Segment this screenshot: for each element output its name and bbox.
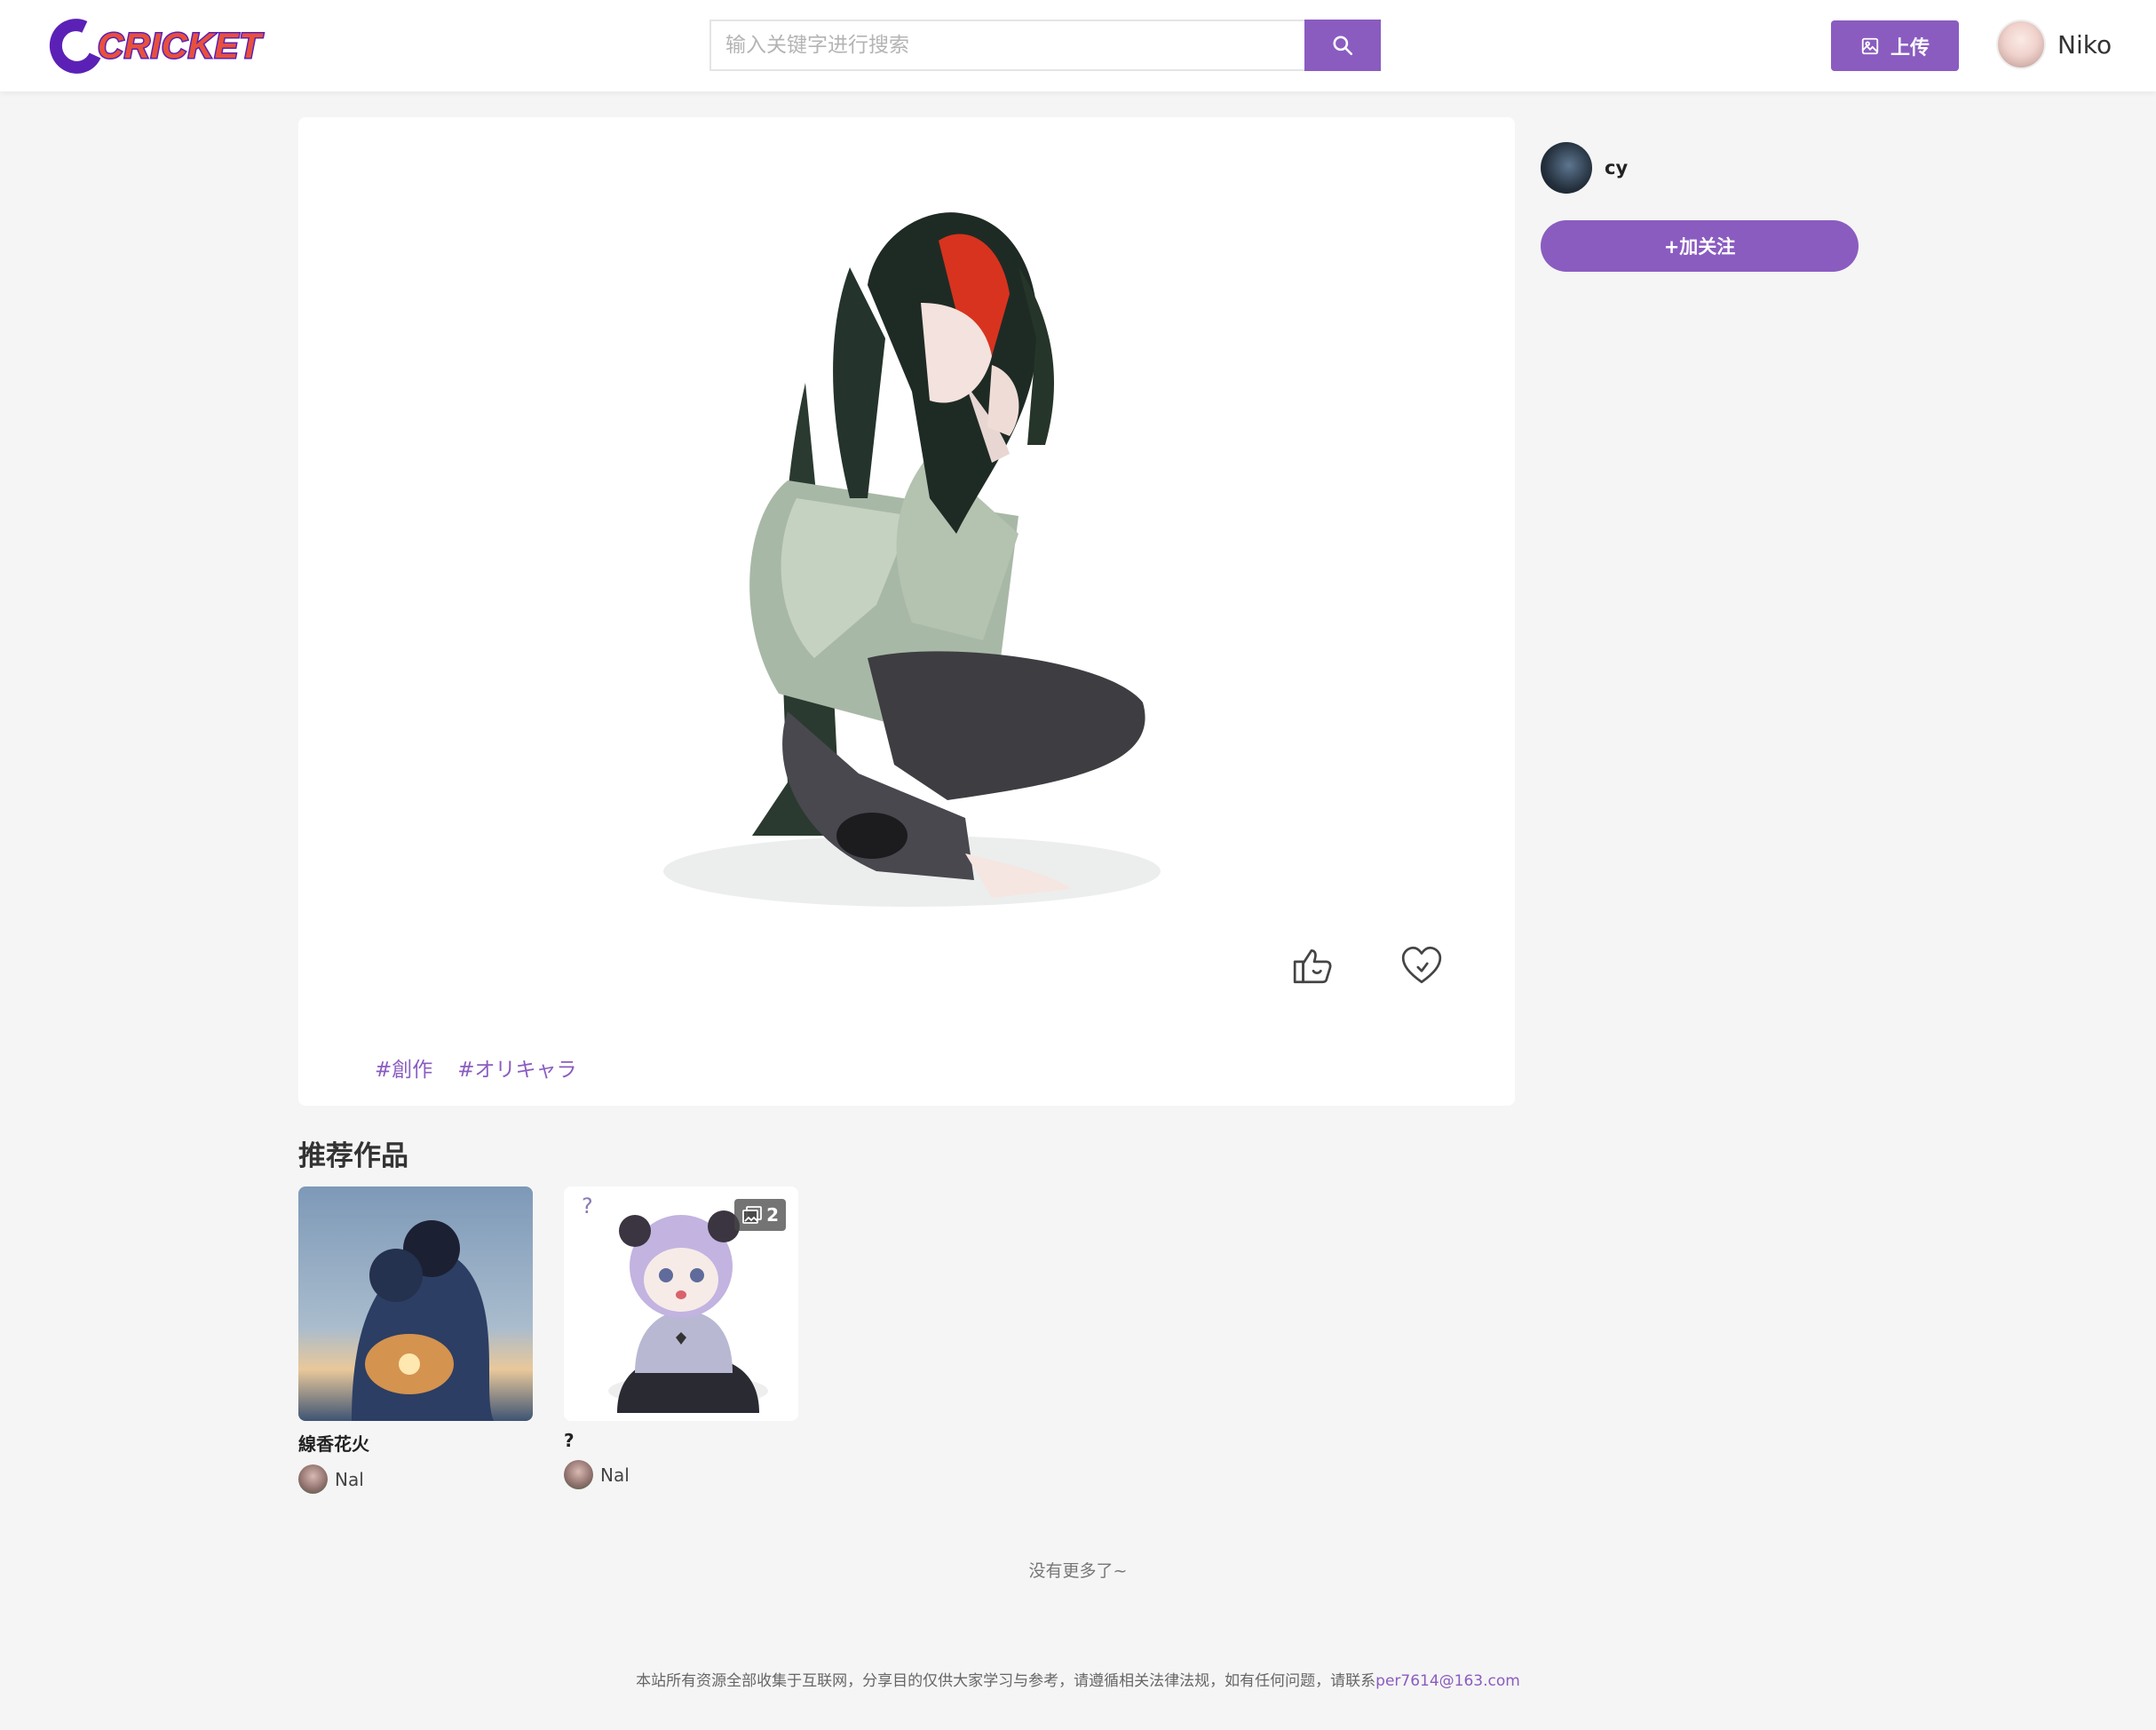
- footer: 本站所有资源全部收集于互联网，分享目的仅供大家学习与参考，请遵循相关法律法规，如…: [0, 1668, 2156, 1690]
- no-more-text: 没有更多了~: [1028, 1561, 1128, 1581]
- upload-label: 上传: [1890, 36, 1930, 60]
- user-menu[interactable]: Niko: [1996, 20, 2112, 69]
- tag-link[interactable]: #創作: [375, 1052, 432, 1083]
- image-icon: [1861, 37, 1879, 54]
- multi-image-icon: [742, 1206, 762, 1224]
- avatar: [298, 1464, 328, 1494]
- recommended-author[interactable]: Nal: [564, 1460, 798, 1489]
- logo-text: CRICKET: [97, 25, 263, 67]
- top-nav: CRICKET 上传 Niko: [0, 0, 2156, 91]
- logo-mark: [42, 11, 111, 82]
- upload-button[interactable]: 上传: [1831, 20, 1959, 71]
- recommended-thumbnail[interactable]: [298, 1186, 533, 1421]
- recommended-card: ? 2 ? Nal: [564, 1186, 798, 1489]
- site-logo[interactable]: CRICKET: [42, 11, 263, 82]
- search-bar: [709, 20, 1381, 71]
- recommended-name[interactable]: 線香花火: [298, 1430, 533, 1456]
- avatar[interactable]: [1996, 20, 2046, 69]
- user-name: Niko: [2057, 29, 2112, 60]
- tag-list: #創作 #オリキャラ: [375, 1052, 577, 1083]
- contact-email-link[interactable]: per7614@163.com: [1375, 1672, 1520, 1690]
- artwork-card: #創作 #オリキャラ: [298, 117, 1515, 1106]
- search-input[interactable]: [709, 20, 1304, 71]
- recommended-title: 推荐作品: [298, 1140, 408, 1172]
- image-count-badge: 2: [734, 1199, 786, 1231]
- image-count: 2: [766, 1204, 779, 1226]
- author-name: Nal: [600, 1464, 630, 1486]
- thumbnail-image: [298, 1186, 533, 1421]
- follow-button[interactable]: +加关注: [1541, 220, 1859, 272]
- search-icon: [1333, 36, 1353, 56]
- author-info: cy: [1541, 142, 1859, 194]
- footer-text: 本站所有资源全部收集于互联网，分享目的仅供大家学习与参考，请遵循相关法律法规，如…: [636, 1672, 1376, 1690]
- artwork-image[interactable]: [646, 161, 1166, 910]
- author-name[interactable]: cy: [1605, 157, 1628, 179]
- recommended-thumbnail[interactable]: ? 2: [564, 1186, 798, 1421]
- recommended-author[interactable]: Nal: [298, 1464, 533, 1494]
- favorite-icon[interactable]: [1399, 943, 1444, 988]
- author-panel: cy +加关注: [1541, 142, 1859, 272]
- avatar: [564, 1460, 593, 1489]
- like-icon[interactable]: [1291, 943, 1336, 988]
- search-button[interactable]: [1304, 20, 1381, 71]
- svg-text:?: ?: [582, 1194, 593, 1218]
- tag-link[interactable]: #オリキャラ: [457, 1052, 576, 1083]
- author-name: Nal: [335, 1468, 364, 1490]
- recommended-name[interactable]: ?: [564, 1430, 798, 1451]
- recommended-card: 線香花火 Nal: [298, 1186, 533, 1494]
- author-avatar[interactable]: [1541, 142, 1592, 194]
